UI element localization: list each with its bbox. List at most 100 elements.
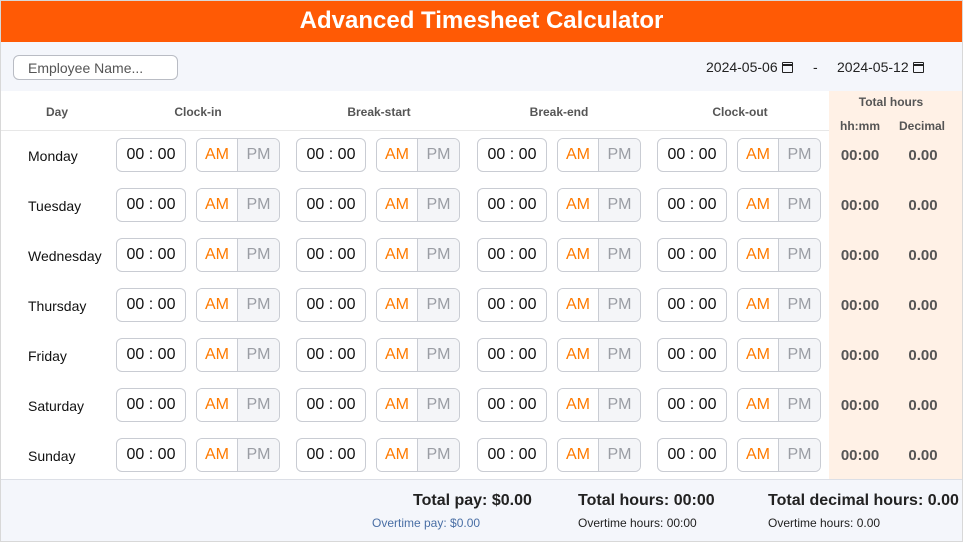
clock-out-ampm-toggle: AM PM xyxy=(737,288,821,322)
clock-in-time-input[interactable]: 00 : 00 xyxy=(116,388,186,422)
break-start-time-input[interactable]: 00 : 00 xyxy=(296,388,366,422)
break-start-time-input[interactable]: 00 : 00 xyxy=(296,438,366,472)
break-end-time-input[interactable]: 00 : 00 xyxy=(477,238,547,272)
start-date-picker[interactable]: 2024-05-06 xyxy=(706,59,793,75)
am-button[interactable]: AM xyxy=(558,439,600,471)
am-button[interactable]: AM xyxy=(377,239,419,271)
am-button[interactable]: AM xyxy=(738,339,780,371)
am-button[interactable]: AM xyxy=(738,439,780,471)
break-start-time-input[interactable]: 00 : 00 xyxy=(296,338,366,372)
clock-out-time-input[interactable]: 00 : 00 xyxy=(657,288,727,322)
pm-button[interactable]: PM xyxy=(779,339,820,371)
pm-button[interactable]: PM xyxy=(599,389,640,421)
calendar-icon[interactable] xyxy=(781,61,793,73)
clock-out-time-input[interactable]: 00 : 00 xyxy=(657,438,727,472)
pm-button[interactable]: PM xyxy=(238,339,279,371)
am-button[interactable]: AM xyxy=(377,289,419,321)
end-date-picker[interactable]: 2024-05-12 xyxy=(837,59,924,75)
total-decimal: 0.00 xyxy=(908,347,938,364)
break-start-time-input[interactable]: 00 : 00 xyxy=(296,238,366,272)
break-end-time-input[interactable]: 00 : 00 xyxy=(477,188,547,222)
day-label: Friday xyxy=(28,348,67,364)
am-button[interactable]: AM xyxy=(377,439,419,471)
clock-in-time-input[interactable]: 00 : 00 xyxy=(116,138,186,172)
am-button[interactable]: AM xyxy=(377,389,419,421)
am-button[interactable]: AM xyxy=(558,389,600,421)
am-button[interactable]: AM xyxy=(377,189,419,221)
clock-in-time-input[interactable]: 00 : 00 xyxy=(116,188,186,222)
break-start-ampm-toggle: AM PM xyxy=(376,388,460,422)
pm-button[interactable]: PM xyxy=(599,289,640,321)
clock-out-time-input[interactable]: 00 : 00 xyxy=(657,238,727,272)
clock-out-time-input[interactable]: 00 : 00 xyxy=(657,188,727,222)
pm-button[interactable]: PM xyxy=(418,439,459,471)
am-button[interactable]: AM xyxy=(377,339,419,371)
break-end-time-input[interactable]: 00 : 00 xyxy=(477,138,547,172)
pm-button[interactable]: PM xyxy=(599,189,640,221)
clock-in-time-input[interactable]: 00 : 00 xyxy=(116,288,186,322)
clock-out-time-input[interactable]: 00 : 00 xyxy=(657,338,727,372)
pm-button[interactable]: PM xyxy=(418,189,459,221)
pm-button[interactable]: PM xyxy=(779,389,820,421)
break-end-time-input[interactable]: 00 : 00 xyxy=(477,288,547,322)
pm-button[interactable]: PM xyxy=(779,239,820,271)
break-start-time-input[interactable]: 00 : 00 xyxy=(296,138,366,172)
pm-button[interactable]: PM xyxy=(418,339,459,371)
am-button[interactable]: AM xyxy=(197,339,239,371)
break-end-time-input[interactable]: 00 : 00 xyxy=(477,438,547,472)
day-label: Tuesday xyxy=(28,198,82,214)
break-end-ampm-toggle: AM PM xyxy=(557,388,641,422)
am-button[interactable]: AM xyxy=(197,239,239,271)
pm-button[interactable]: PM xyxy=(238,389,279,421)
am-button[interactable]: AM xyxy=(377,139,419,171)
am-button[interactable]: AM xyxy=(197,289,239,321)
am-button[interactable]: AM xyxy=(558,189,600,221)
pm-button[interactable]: PM xyxy=(418,289,459,321)
am-button[interactable]: AM xyxy=(738,389,780,421)
pm-button[interactable]: PM xyxy=(418,139,459,171)
pm-button[interactable]: PM xyxy=(418,239,459,271)
am-button[interactable]: AM xyxy=(558,289,600,321)
clock-out-ampm-toggle: AM PM xyxy=(737,238,821,272)
break-start-time-input[interactable]: 00 : 00 xyxy=(296,188,366,222)
clock-out-time-input[interactable]: 00 : 00 xyxy=(657,138,727,172)
clock-out-time-input[interactable]: 00 : 00 xyxy=(657,388,727,422)
calendar-icon[interactable] xyxy=(912,61,924,73)
am-button[interactable]: AM xyxy=(197,389,239,421)
pm-button[interactable]: PM xyxy=(238,189,279,221)
break-end-time-input[interactable]: 00 : 00 xyxy=(477,388,547,422)
break-start-time-input[interactable]: 00 : 00 xyxy=(296,288,366,322)
pm-button[interactable]: PM xyxy=(238,139,279,171)
pm-button[interactable]: PM xyxy=(779,189,820,221)
employee-name-input[interactable] xyxy=(13,55,178,80)
pm-button[interactable]: PM xyxy=(238,239,279,271)
clock-in-time-input[interactable]: 00 : 00 xyxy=(116,238,186,272)
pm-button[interactable]: PM xyxy=(418,389,459,421)
break-end-time-input[interactable]: 00 : 00 xyxy=(477,338,547,372)
total-decimal: 0.00 xyxy=(908,447,938,464)
pm-button[interactable]: PM xyxy=(599,239,640,271)
pm-button[interactable]: PM xyxy=(599,439,640,471)
clock-out-ampm-toggle: AM PM xyxy=(737,388,821,422)
clock-in-time-input[interactable]: 00 : 00 xyxy=(116,338,186,372)
am-button[interactable]: AM xyxy=(738,139,780,171)
am-button[interactable]: AM xyxy=(738,189,780,221)
total-hhmm: 00:00 xyxy=(840,197,880,214)
am-button[interactable]: AM xyxy=(558,339,600,371)
pm-button[interactable]: PM xyxy=(238,289,279,321)
am-button[interactable]: AM xyxy=(738,239,780,271)
pm-button[interactable]: PM xyxy=(779,139,820,171)
pm-button[interactable]: PM xyxy=(599,139,640,171)
total-hhmm: 00:00 xyxy=(840,147,880,164)
clock-in-time-input[interactable]: 00 : 00 xyxy=(116,438,186,472)
pm-button[interactable]: PM xyxy=(599,339,640,371)
am-button[interactable]: AM xyxy=(738,289,780,321)
pm-button[interactable]: PM xyxy=(238,439,279,471)
pm-button[interactable]: PM xyxy=(779,439,820,471)
am-button[interactable]: AM xyxy=(558,239,600,271)
am-button[interactable]: AM xyxy=(558,139,600,171)
am-button[interactable]: AM xyxy=(197,439,239,471)
am-button[interactable]: AM xyxy=(197,139,239,171)
am-button[interactable]: AM xyxy=(197,189,239,221)
pm-button[interactable]: PM xyxy=(779,289,820,321)
